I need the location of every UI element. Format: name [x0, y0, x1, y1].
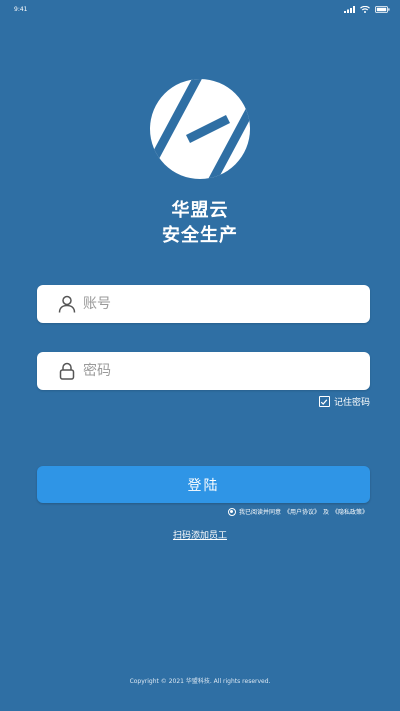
scan-link-row: 扫码添加员工	[0, 523, 400, 542]
privacy-policy-link[interactable]: 《隐私政策》	[332, 507, 368, 516]
username-input[interactable]	[83, 285, 353, 323]
remember-checkbox[interactable]	[318, 396, 330, 407]
wifi-icon	[360, 6, 370, 13]
remember-password-toggle[interactable]: 记住密码	[318, 395, 370, 408]
check-icon	[321, 398, 328, 405]
login-button[interactable]: 登陆	[37, 466, 370, 503]
remember-label: 记住密码	[333, 398, 370, 408]
app-logo	[150, 79, 250, 179]
battery-icon	[375, 6, 390, 13]
agreement-row: 我已阅读并同意 《用户协议》 及 《隐私政策》	[227, 507, 368, 516]
agreement-conjunction: 及	[322, 509, 329, 516]
signal-icon	[344, 6, 355, 13]
password-input[interactable]	[83, 352, 353, 390]
scan-add-employee-link[interactable]: 扫码添加员工	[173, 531, 227, 541]
status-icons	[344, 6, 390, 13]
agreement-prefix: 我已阅读并同意	[238, 509, 281, 516]
app-title-line1: 华盟云	[171, 200, 229, 221]
app-title-line2: 安全生产	[162, 225, 238, 246]
copyright: Copyright © 2021 华盟科技. All rights reserv…	[129, 678, 271, 685]
status-time: 9:41	[14, 6, 28, 13]
user-agreement-link[interactable]: 《用户协议》	[284, 507, 320, 516]
agreement-radio-dot	[230, 510, 234, 513]
agreement-radio[interactable]	[227, 507, 236, 516]
password-field[interactable]	[37, 352, 370, 390]
username-field[interactable]	[37, 285, 370, 323]
lock-icon	[59, 362, 75, 380]
status-bar: 9:41	[0, 0, 400, 22]
user-icon	[58, 295, 76, 313]
